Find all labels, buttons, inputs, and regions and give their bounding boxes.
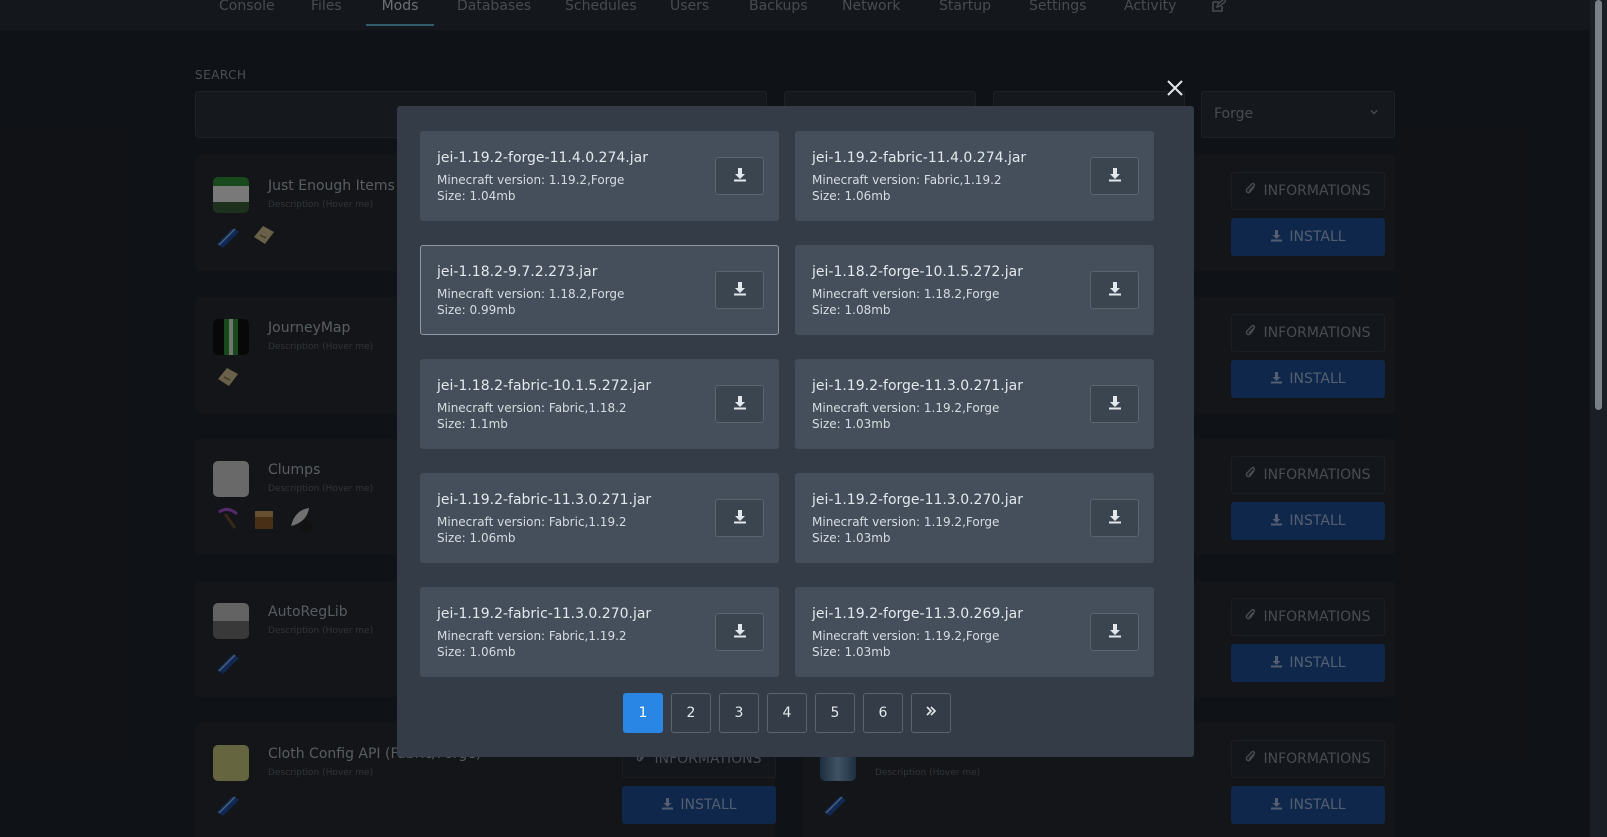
file-version: Minecraft version: 1.18.2,Forge bbox=[812, 287, 1000, 301]
download-button[interactable] bbox=[1090, 613, 1139, 651]
double-chevron-right-icon bbox=[925, 705, 937, 721]
file-card: jei-1.18.2-forge-10.1.5.272.jar Minecraf… bbox=[795, 245, 1154, 335]
file-name: jei-1.19.2-fabric-11.3.0.271.jar bbox=[437, 492, 652, 508]
file-size: Size: 1.1mb bbox=[437, 417, 508, 431]
download-icon bbox=[1108, 167, 1122, 186]
next-pages-button[interactable] bbox=[911, 693, 951, 733]
file-card: jei-1.18.2-fabric-10.1.5.272.jar Minecra… bbox=[420, 359, 779, 449]
file-size: Size: 1.06mb bbox=[437, 645, 516, 659]
page-4-button[interactable]: 4 bbox=[767, 693, 807, 733]
file-card: jei-1.19.2-forge-11.3.0.269.jar Minecraf… bbox=[795, 587, 1154, 677]
file-card: jei-1.19.2-fabric-11.4.0.274.jar Minecra… bbox=[795, 131, 1154, 221]
file-size: Size: 1.03mb bbox=[812, 531, 891, 545]
file-name: jei-1.19.2-fabric-11.4.0.274.jar bbox=[812, 150, 1027, 166]
file-size: Size: 0.99mb bbox=[437, 303, 516, 317]
download-button[interactable] bbox=[715, 271, 764, 309]
download-icon bbox=[733, 623, 747, 642]
scrollbar-thumb[interactable] bbox=[1595, 0, 1602, 410]
file-size: Size: 1.08mb bbox=[812, 303, 891, 317]
download-icon bbox=[1108, 395, 1122, 414]
close-icon bbox=[1163, 80, 1187, 104]
file-version: Minecraft version: Fabric,1.18.2 bbox=[437, 401, 627, 415]
file-size: Size: 1.03mb bbox=[812, 417, 891, 431]
download-button[interactable] bbox=[1090, 157, 1139, 195]
file-name: jei-1.19.2-fabric-11.3.0.270.jar bbox=[437, 606, 652, 622]
file-size: Size: 1.04mb bbox=[437, 189, 516, 203]
download-icon bbox=[1108, 623, 1122, 642]
file-name: jei-1.18.2-fabric-10.1.5.272.jar bbox=[437, 378, 652, 394]
file-name: jei-1.19.2-forge-11.4.0.274.jar bbox=[437, 150, 648, 166]
page-5-button[interactable]: 5 bbox=[815, 693, 855, 733]
file-version: Minecraft version: 1.19.2,Forge bbox=[437, 173, 625, 187]
file-size: Size: 1.06mb bbox=[437, 531, 516, 545]
file-version: Minecraft version: Fabric,1.19.2 bbox=[437, 629, 627, 643]
page-3-button[interactable]: 3 bbox=[719, 693, 759, 733]
page-scrollbar[interactable] bbox=[1590, 0, 1607, 837]
file-version: Minecraft version: 1.19.2,Forge bbox=[812, 515, 1000, 529]
file-card: jei-1.19.2-forge-11.3.0.270.jar Minecraf… bbox=[795, 473, 1154, 563]
download-icon bbox=[1108, 509, 1122, 528]
file-version: Minecraft version: Fabric,1.19.2 bbox=[812, 173, 1002, 187]
download-button[interactable] bbox=[1090, 499, 1139, 537]
file-version: Minecraft version: Fabric,1.19.2 bbox=[437, 515, 627, 529]
file-name: jei-1.18.2-forge-10.1.5.272.jar bbox=[812, 264, 1023, 280]
download-button[interactable] bbox=[715, 499, 764, 537]
download-button[interactable] bbox=[715, 613, 764, 651]
download-icon bbox=[733, 395, 747, 414]
file-version: Minecraft version: 1.18.2,Forge bbox=[437, 287, 625, 301]
file-size: Size: 1.03mb bbox=[812, 645, 891, 659]
download-button[interactable] bbox=[715, 157, 764, 195]
file-card: jei-1.19.2-forge-11.3.0.271.jar Minecraf… bbox=[795, 359, 1154, 449]
file-name: jei-1.19.2-forge-11.3.0.270.jar bbox=[812, 492, 1023, 508]
download-icon bbox=[733, 281, 747, 300]
page-6-button[interactable]: 6 bbox=[863, 693, 903, 733]
file-card: jei-1.19.2-fabric-11.3.0.271.jar Minecra… bbox=[420, 473, 779, 563]
close-button[interactable] bbox=[1163, 76, 1187, 100]
file-size: Size: 1.06mb bbox=[812, 189, 891, 203]
file-name: jei-1.19.2-forge-11.3.0.271.jar bbox=[812, 378, 1023, 394]
download-button[interactable] bbox=[715, 385, 764, 423]
download-icon bbox=[733, 167, 747, 186]
file-version: Minecraft version: 1.19.2,Forge bbox=[812, 629, 1000, 643]
file-versions-modal: jei-1.19.2-forge-11.4.0.274.jar Minecraf… bbox=[397, 106, 1194, 757]
page-1-button[interactable]: 1 bbox=[623, 693, 663, 733]
file-card: jei-1.19.2-fabric-11.3.0.270.jar Minecra… bbox=[420, 587, 779, 677]
file-name: jei-1.19.2-forge-11.3.0.269.jar bbox=[812, 606, 1023, 622]
download-icon bbox=[733, 509, 747, 528]
file-card: jei-1.18.2-9.7.2.273.jar Minecraft versi… bbox=[420, 245, 779, 335]
file-card: jei-1.19.2-forge-11.4.0.274.jar Minecraf… bbox=[420, 131, 779, 221]
download-button[interactable] bbox=[1090, 271, 1139, 309]
download-button[interactable] bbox=[1090, 385, 1139, 423]
page-2-button[interactable]: 2 bbox=[671, 693, 711, 733]
download-icon bbox=[1108, 281, 1122, 300]
file-name: jei-1.18.2-9.7.2.273.jar bbox=[437, 264, 598, 280]
file-version: Minecraft version: 1.19.2,Forge bbox=[812, 401, 1000, 415]
